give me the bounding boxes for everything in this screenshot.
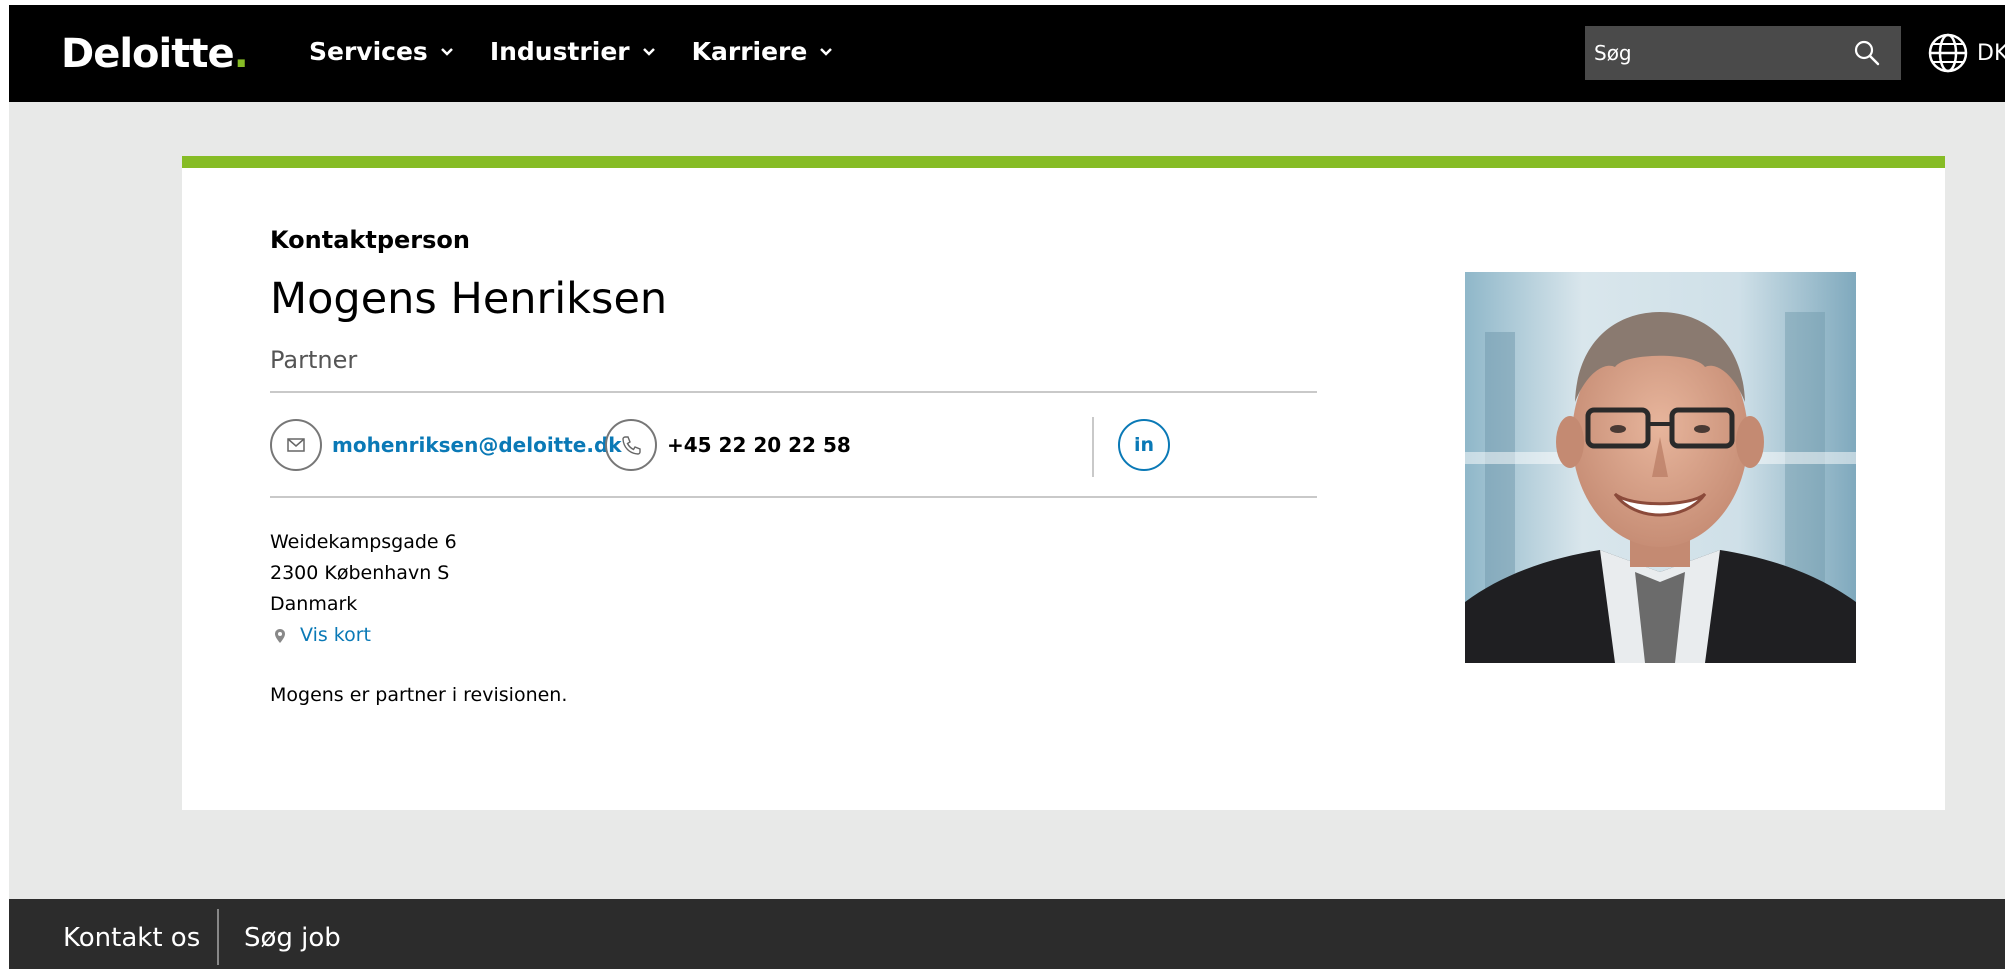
deloitte-logo[interactable]: Deloitte. [61, 31, 249, 77]
linkedin-icon: in [1133, 434, 1155, 456]
show-map-link[interactable]: Vis kort [274, 620, 457, 651]
contact-name: Mogens Henriksen [270, 274, 668, 324]
divider [270, 496, 1317, 498]
phone-icon [622, 436, 641, 455]
portrait-illustration [1465, 272, 1856, 663]
nav-item-label: Industrier [489, 37, 630, 66]
linkedin-button[interactable]: in [1118, 419, 1170, 471]
address-line: Danmark [270, 593, 358, 615]
footer-divider [217, 909, 219, 965]
address-line: 2300 København S [270, 562, 450, 584]
footer-link-jobs[interactable]: Søg job [244, 923, 341, 953]
footer-link-contact[interactable]: Kontakt os [63, 923, 200, 953]
language-selector[interactable]: DK [1927, 32, 2005, 74]
address-block: Weidekampsgade 6 2300 København S Danmar… [270, 527, 457, 651]
nav-item-label: Services [309, 37, 428, 66]
contact-card: Kontaktperson Mogens Henriksen Partner m… [182, 156, 1945, 810]
logo-text: Deloitte [61, 31, 235, 77]
vertical-divider [1092, 417, 1094, 477]
globe-icon [1928, 33, 1968, 73]
search-box [1585, 26, 1901, 80]
phone-button[interactable] [605, 419, 657, 471]
chevron-down-icon [440, 47, 453, 56]
email-link[interactable]: mohenriksen@deloitte.dk [332, 433, 622, 457]
contact-photo [1465, 272, 1856, 663]
search-icon[interactable] [1853, 39, 1881, 67]
phone-number[interactable]: +45 22 20 22 58 [667, 433, 851, 457]
divider [270, 391, 1317, 393]
search-input[interactable] [1585, 26, 1834, 80]
nav-item-karriere[interactable]: Karriere [692, 37, 834, 66]
chevron-down-icon [642, 47, 655, 56]
show-map-label: Vis kort [300, 624, 372, 646]
main-nav: Services Industrier Karriere [309, 37, 833, 66]
envelope-icon [287, 438, 305, 452]
nav-item-industrier[interactable]: Industrier [490, 37, 656, 66]
section-label: Kontaktperson [270, 226, 471, 254]
page-frame: Deloitte. Services Industrier Karriere S… [9, 5, 2005, 969]
logo-dot: . [233, 31, 249, 77]
nav-item-label: Karriere [691, 37, 808, 66]
email-button[interactable] [270, 419, 322, 471]
address-line: Weidekampsgade 6 [270, 531, 457, 553]
map-pin-icon [275, 628, 285, 643]
top-navigation-bar: Deloitte. Services Industrier Karriere S… [9, 5, 2005, 102]
nav-item-services[interactable]: Services [309, 37, 454, 66]
footer-bar: Kontakt os Søg job [9, 899, 2005, 969]
contact-methods: mohenriksen@deloitte.dk +45 22 20 22 58 … [270, 417, 1317, 477]
contact-bio: Mogens er partner i revisionen. [270, 684, 568, 706]
language-label: DK [1977, 40, 2005, 66]
contact-role: Partner [270, 346, 358, 374]
chevron-down-icon [820, 47, 833, 56]
